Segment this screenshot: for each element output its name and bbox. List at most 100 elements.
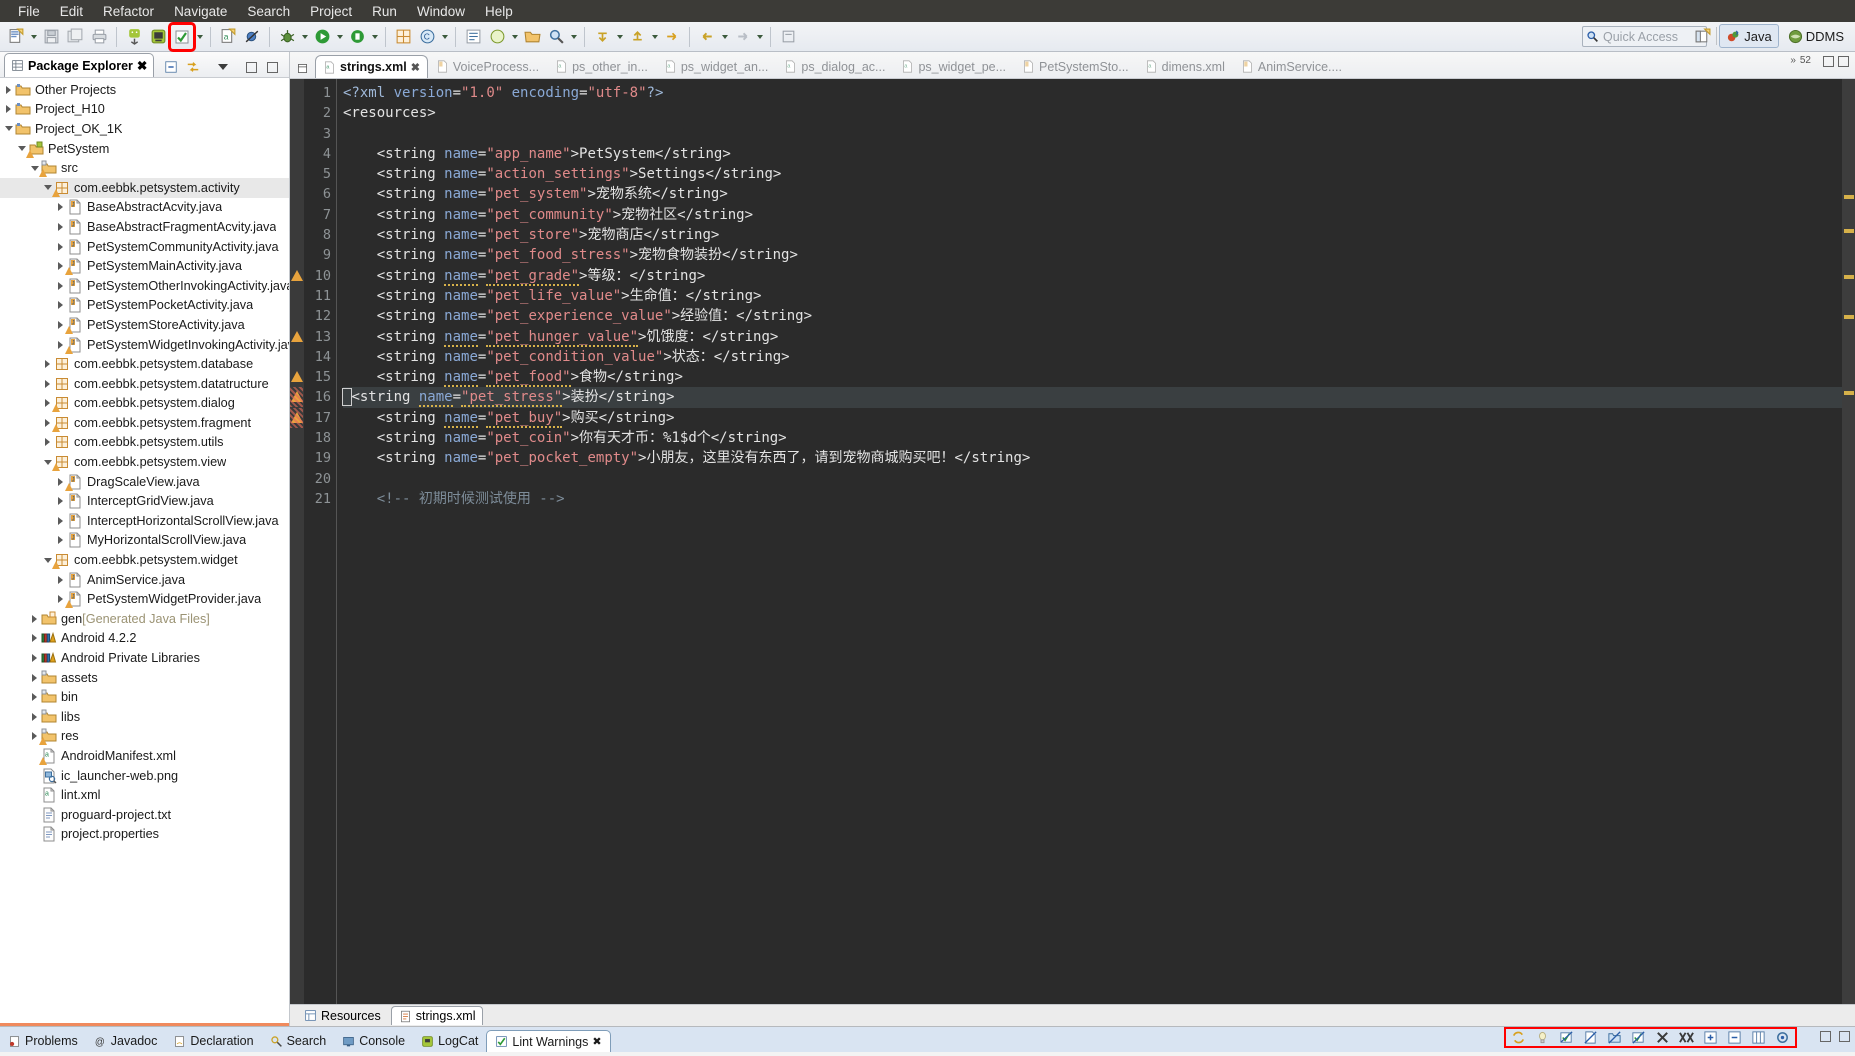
external-tools-dropdown-icon[interactable] bbox=[369, 25, 380, 49]
tree-item[interactable]: J PetSystemOtherInvokingActivity.java bbox=[0, 276, 289, 296]
marker-warning-2[interactable] bbox=[1844, 229, 1854, 233]
refresh-lint-icon[interactable] bbox=[1511, 1030, 1526, 1045]
bottom-panel-tabs[interactable]: Problems @ Javadoc Declaration Search Console… bbox=[0, 1027, 1855, 1052]
tree-item[interactable]: com.eebbk.petsystem.fragment bbox=[0, 413, 289, 433]
editor-source-text[interactable]: <?xml version="1.0" encoding="utf-8"?> <r… bbox=[336, 79, 1855, 1004]
editor-tab[interactable]: VoiceProcess... bbox=[428, 55, 547, 78]
open-perspective-icon[interactable] bbox=[1691, 24, 1713, 48]
twisty-collapsed-icon[interactable] bbox=[54, 576, 67, 584]
pin-icon[interactable] bbox=[777, 25, 799, 49]
bottom-tab-problems[interactable]: Problems bbox=[0, 1030, 86, 1052]
code-line[interactable]: <string name="pet_hunger_value">饥饿度：</st… bbox=[343, 327, 1855, 347]
new-file-dropdown-icon[interactable] bbox=[28, 25, 39, 49]
quick-fix-icon[interactable] bbox=[1535, 1030, 1550, 1045]
expand-all-icon[interactable] bbox=[1703, 1030, 1718, 1045]
editor-restore-icon[interactable] bbox=[296, 62, 309, 75]
editor-maximize-icon[interactable] bbox=[1838, 56, 1849, 67]
code-line[interactable]: <string name="pet_coin">你有天才币：%1$d个</str… bbox=[343, 428, 1855, 448]
grid-dropdown-icon[interactable] bbox=[509, 25, 520, 49]
print-icon[interactable] bbox=[88, 25, 110, 49]
editor-tab[interactable]: a ps_other_in... bbox=[547, 55, 656, 78]
tree-item[interactable]: com.eebbk.petsystem.utils bbox=[0, 433, 289, 453]
tree-item[interactable]: J BaseAbstractFragmentAcvity.java bbox=[0, 217, 289, 237]
editor-tab[interactable]: a strings.xml ✖ bbox=[315, 55, 428, 78]
save-all-icon[interactable] bbox=[64, 25, 86, 49]
debug-dropdown-icon[interactable] bbox=[299, 25, 310, 49]
suppress-check-icon[interactable] bbox=[1559, 1030, 1574, 1045]
next-annotation-icon[interactable] bbox=[591, 25, 613, 49]
tree-item[interactable]: J BaseAbstractAcvity.java bbox=[0, 198, 289, 218]
previous-annotation-dropdown-icon[interactable] bbox=[649, 25, 660, 49]
view-menu-icon[interactable] bbox=[218, 64, 229, 70]
gutter-warning-error-icon[interactable] bbox=[290, 387, 304, 408]
twisty-collapsed-icon[interactable] bbox=[54, 223, 67, 231]
minimize-icon[interactable] bbox=[246, 61, 258, 73]
marker-warning-3[interactable] bbox=[1844, 275, 1854, 279]
twisty-expanded-icon[interactable] bbox=[2, 126, 15, 131]
editor-tab[interactable]: a ps_widget_pe... bbox=[893, 55, 1014, 78]
tree-item[interactable]: src bbox=[0, 158, 289, 178]
tree-item[interactable]: com.eebbk.petsystem.datatructure bbox=[0, 374, 289, 394]
tree-item[interactable]: J AnimService.java bbox=[0, 570, 289, 590]
code-line[interactable]: <string name="pet_system">宠物系统</string> bbox=[343, 184, 1855, 204]
twisty-collapsed-icon[interactable] bbox=[28, 713, 41, 721]
package-icon[interactable] bbox=[392, 25, 414, 49]
package-explorer-tree[interactable]: Other Projects Project_H10 Project_OK_1K Pe… bbox=[0, 78, 289, 1023]
link-with-editor-icon[interactable] bbox=[186, 60, 200, 74]
code-editor[interactable]: 1 2 3 4 5 6 7 8 9 10 11 12 13 14 15 16 17 18 19 20 21 <?xml … bbox=[290, 79, 1855, 1004]
code-line[interactable]: <string name="pet_pocket_empty">小朋友，这里没有… bbox=[343, 448, 1855, 468]
lint-check-icon[interactable] bbox=[168, 21, 196, 52]
tree-item[interactable]: J PetSystemMainActivity.java bbox=[0, 256, 289, 276]
tree-item[interactable]: a AndroidManifest.xml bbox=[0, 746, 289, 766]
grid-icon[interactable] bbox=[486, 25, 508, 49]
code-line[interactable]: <string name="pet_food_stress">宠物食物装扮</s… bbox=[343, 245, 1855, 265]
code-line[interactable]: <string name="pet_buy">购买</string> bbox=[343, 408, 1855, 428]
editor-bottom-tab[interactable]: strings.xml bbox=[390, 1006, 484, 1025]
bottom-tab-logcat[interactable]: LogCat bbox=[413, 1030, 486, 1052]
run-dropdown-icon[interactable] bbox=[334, 25, 345, 49]
save-icon[interactable] bbox=[40, 25, 62, 49]
tree-item[interactable]: J PetSystemWidgetProvider.java bbox=[0, 589, 289, 609]
class-dropdown-icon[interactable] bbox=[439, 25, 450, 49]
tree-item[interactable]: com.eebbk.petsystem.dialog bbox=[0, 394, 289, 414]
tree-item[interactable]: gen [Generated Java Files] bbox=[0, 609, 289, 629]
twisty-collapsed-icon[interactable] bbox=[54, 497, 67, 505]
twisty-collapsed-icon[interactable] bbox=[28, 674, 41, 682]
view-options-icon[interactable] bbox=[1775, 1030, 1790, 1045]
editor-tabs[interactable]: a strings.xml ✖ VoiceProcess... a ps_other_in… bbox=[315, 55, 1855, 78]
quick-access-input[interactable]: Quick Access bbox=[1582, 26, 1707, 47]
menu-item-help[interactable]: Help bbox=[475, 2, 523, 21]
tree-item[interactable]: J DragScaleView.java bbox=[0, 472, 289, 492]
marker-warning-5[interactable] bbox=[1844, 391, 1854, 395]
bottom-tab-lint-warnings[interactable]: Lint Warnings ✖ bbox=[486, 1030, 611, 1052]
open-type-icon[interactable] bbox=[462, 25, 484, 49]
tree-item[interactable]: bin bbox=[0, 687, 289, 707]
external-tools-icon[interactable] bbox=[346, 25, 368, 49]
menu-item-file[interactable]: File bbox=[8, 2, 50, 21]
twisty-collapsed-icon[interactable] bbox=[54, 536, 67, 544]
editor-tab[interactable]: AnimService.... bbox=[1233, 55, 1350, 78]
configure-columns-icon[interactable] bbox=[1751, 1030, 1766, 1045]
twisty-collapsed-icon[interactable] bbox=[54, 517, 67, 525]
close-icon[interactable]: ✖ bbox=[592, 1035, 601, 1048]
twisty-collapsed-icon[interactable] bbox=[28, 634, 41, 642]
maximize-icon[interactable] bbox=[267, 61, 279, 73]
code-line[interactable] bbox=[343, 469, 1855, 489]
editor-tab[interactable]: a ps_dialog_ac... bbox=[776, 55, 893, 78]
tree-item[interactable]: res bbox=[0, 727, 289, 747]
code-line[interactable]: <string name="action_settings">Settings<… bbox=[343, 164, 1855, 184]
lint-check-dropdown-icon[interactable] bbox=[194, 25, 205, 49]
twisty-collapsed-icon[interactable] bbox=[41, 438, 54, 446]
twisty-collapsed-icon[interactable] bbox=[41, 380, 54, 388]
tree-item[interactable]: Other Projects bbox=[0, 80, 289, 100]
tree-item[interactable]: Android 4.2.2 bbox=[0, 629, 289, 649]
minimize-icon[interactable] bbox=[1820, 1031, 1831, 1042]
menu-item-project[interactable]: Project bbox=[300, 2, 362, 21]
back-dropdown-icon[interactable] bbox=[719, 25, 730, 49]
twisty-collapsed-icon[interactable] bbox=[54, 243, 67, 251]
tree-item[interactable]: assets bbox=[0, 668, 289, 688]
code-line[interactable]: <string name="pet_store">宠物商店</string> bbox=[343, 225, 1855, 245]
close-icon[interactable]: ✖ bbox=[411, 61, 420, 74]
tree-item[interactable]: PetSystem bbox=[0, 139, 289, 159]
tree-item[interactable]: Project_H10 bbox=[0, 100, 289, 120]
